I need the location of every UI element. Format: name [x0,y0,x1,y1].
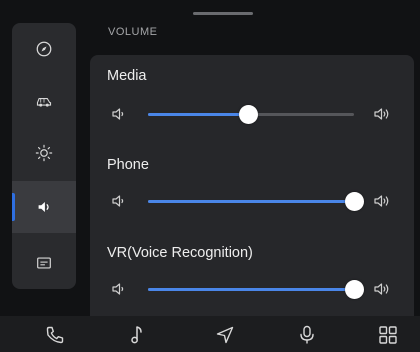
slider-group-phone: Phone [90,143,414,231]
volume-slider-track[interactable] [148,280,364,299]
volume-up-icon[interactable] [373,105,391,123]
rail-item-vehicle[interactable] [12,75,76,127]
compass-icon [36,41,52,57]
slider-group-voice-recognition: VR(Voice Recognition) [90,231,414,317]
volume-slider-thumb[interactable] [344,280,364,299]
drag-handle[interactable] [193,12,253,15]
volume-down-icon[interactable] [110,105,128,123]
bottom-dock [0,316,420,352]
music-note-icon [131,326,142,344]
section-title: VOLUME [108,26,158,38]
volume-panel: Media Phone VR(Voice Recognition) [90,55,414,317]
slider-label: Phone [107,157,149,173]
volume-icon [38,202,49,212]
microphone-icon [300,325,314,344]
navigation-icon [216,326,234,344]
rail-item-screen[interactable] [12,237,76,289]
car-icon [36,98,52,107]
rail-item-display-brightness[interactable] [12,127,76,179]
settings-rail [12,23,76,289]
volume-slider-fill [148,288,354,291]
phone-icon [46,326,64,344]
dock-apps-button[interactable] [377,324,399,346]
volume-slider-track[interactable] [148,105,354,124]
volume-up-icon[interactable] [373,192,391,210]
volume-slider-fill [148,200,354,203]
dock-voice-button[interactable] [296,324,318,346]
volume-down-icon[interactable] [110,192,128,210]
volume-slider-track[interactable] [148,192,364,211]
volume-slider-thumb[interactable] [344,192,364,211]
rail-item-navigation[interactable] [12,23,76,75]
slider-row [90,189,414,213]
display-icon [37,257,51,269]
volume-settings-screen: VOLUME Media Phone VR(Voice Recognition) [0,0,420,352]
active-indicator [12,193,15,221]
slider-label: Media [107,68,147,84]
dock-navigation-button[interactable] [214,324,236,346]
volume-up-icon[interactable] [373,280,391,298]
apps-grid-icon [379,326,397,344]
slider-row [90,277,414,301]
volume-down-icon[interactable] [110,280,128,298]
slider-group-media: Media [90,55,414,143]
rail-item-volume[interactable] [12,181,76,233]
volume-slider-thumb[interactable] [239,105,259,124]
slider-label: VR(Voice Recognition) [107,245,253,261]
dock-music-button[interactable] [126,324,148,346]
slider-row [90,102,414,126]
volume-slider-fill [148,113,249,116]
dock-phone-button[interactable] [44,324,66,346]
brightness-icon [35,144,53,162]
